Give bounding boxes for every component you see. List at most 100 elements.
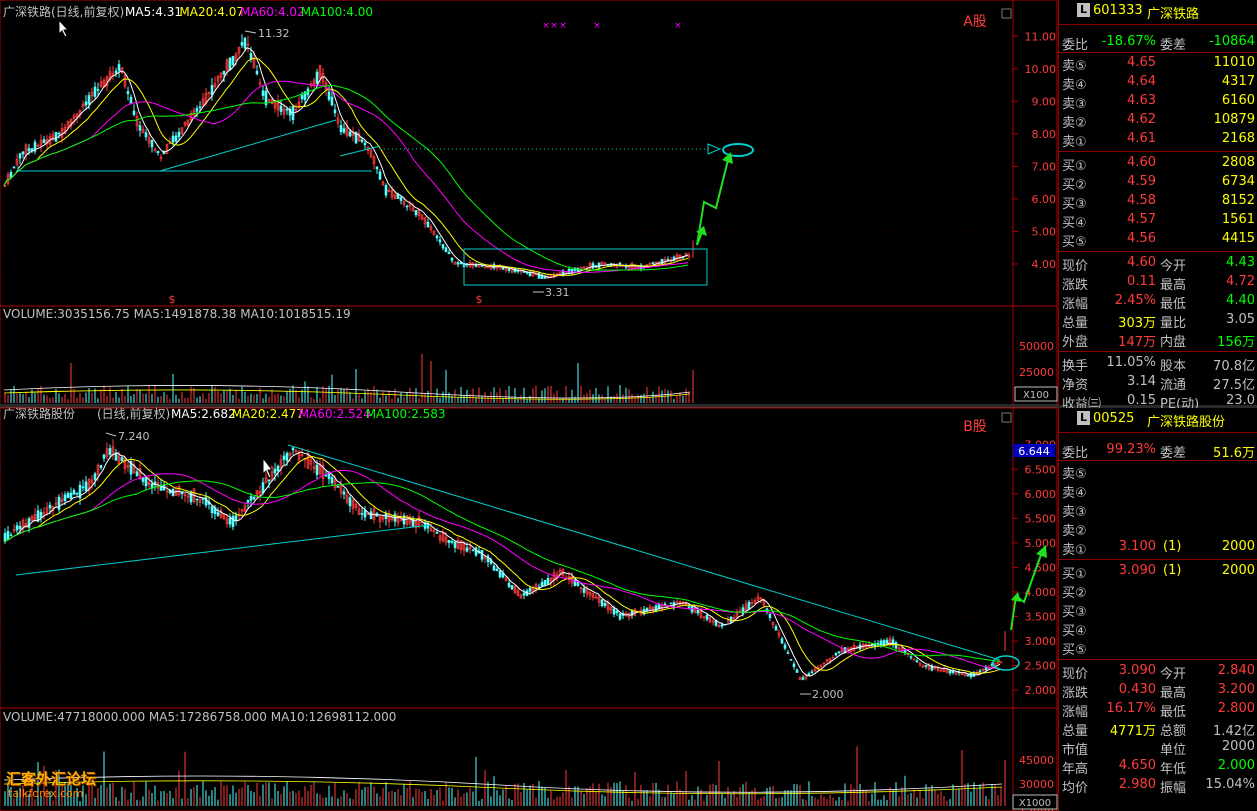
candle-b-candle (480, 549, 484, 560)
candle-b-candle (330, 477, 334, 484)
sell-row: 卖① 4.61 2168 (1059, 130, 1257, 150)
buy-level-label: 买② (1062, 586, 1087, 601)
price-tick-label-b: 2.500 (1025, 660, 1057, 673)
volume-tick-b: 45000 (1019, 754, 1054, 767)
price-tick-label-b: 3.000 (1025, 635, 1057, 648)
signal-marker-a: × (559, 21, 567, 31)
price-box-value-b: 6.644 (1018, 445, 1050, 458)
candle-a-candle (177, 131, 181, 138)
candle-a-candle (330, 96, 334, 106)
candle-a-candle (138, 125, 142, 131)
candle-b-candle (336, 486, 340, 488)
candle-b-candle (81, 486, 85, 489)
candle-b-candle (201, 498, 205, 500)
quote-header-a[interactable]: L 601333 广深铁路 (1059, 0, 1257, 22)
buy-row: 买⑤ 4.56 4415 (1059, 230, 1257, 250)
candle-b-candle (363, 509, 367, 518)
candle-b-candle (510, 585, 514, 590)
candle-b-candle (249, 496, 253, 501)
sell-level-label: 卖① (1062, 543, 1087, 558)
candle-a-candle (384, 185, 388, 196)
candle-b-candle (603, 602, 607, 606)
candle-b-candle (48, 504, 52, 509)
buy-row: 买① 4.60 2808 (1059, 154, 1257, 174)
candle-b-candle (453, 541, 457, 548)
support-line-b (15, 524, 431, 576)
candle-a-candle (195, 108, 199, 112)
candle-a-candle (255, 70, 259, 75)
candle-b-candle (75, 492, 79, 495)
stat-label: 今开 (1160, 667, 1187, 682)
candle-b-candle (120, 457, 124, 461)
stat-label: 最高 (1160, 686, 1187, 701)
stat-value: 27.5亿 (1213, 378, 1255, 393)
candle-a-candle (339, 125, 343, 133)
market-tag-b: B股 (963, 419, 987, 435)
signal-marker-a: × (674, 21, 682, 31)
candle-a-candle (117, 64, 121, 71)
candle-b-candle (435, 532, 439, 534)
stat-row: 换手 11.05% 股本 70.8亿 (1059, 354, 1257, 374)
candle-b-candle (801, 677, 805, 680)
panel-a-title: 广深铁路(日线,前复权) (3, 4, 124, 19)
candle-a-candle (210, 85, 214, 96)
ma-label-a: MA100:4.00 (301, 5, 373, 19)
stat-row: 现价 4.60 今开 4.43 (1059, 254, 1257, 274)
buy-level-label: 买⑤ (1062, 235, 1087, 250)
candle-b-candle (492, 565, 496, 571)
buy-row: 买④ 4.57 1561 (1059, 211, 1257, 231)
stat-label: 年高 (1062, 762, 1089, 777)
candle-b-candle (210, 506, 214, 514)
sell-level-label: 卖④ (1062, 486, 1087, 501)
candle-b-candle (966, 674, 970, 677)
candle-a-candle (426, 221, 430, 228)
candle-a-candle (174, 135, 178, 142)
target-arrowhead-a (707, 143, 722, 155)
candle-a-candle (447, 252, 451, 255)
price-tick-label-b: 2.000 (1025, 684, 1057, 697)
stat-value: 1.42亿 (1213, 724, 1255, 739)
candle-a-candle (528, 272, 532, 277)
ma60-line-a (3, 80, 689, 273)
panel-b-control (1001, 412, 1012, 423)
buy-price: 4.56 (1127, 231, 1156, 246)
ma-label-b: MA100:2.583 (366, 407, 446, 421)
price-tick-label-a: 7.00 (1032, 160, 1057, 173)
candle-a-candle (243, 37, 247, 49)
candle-b-candle (612, 608, 616, 615)
candle-a-candle (96, 89, 100, 91)
buy-row: 买⑤ (1059, 638, 1257, 658)
candle-b-candle (810, 671, 814, 673)
stat-row: 市值 单位 2000 (1059, 738, 1257, 758)
candle-b-candle (669, 602, 673, 605)
candle-b-candle (924, 665, 928, 667)
low-label-b: 2.000 (812, 688, 844, 701)
sell-level-label: 卖② (1062, 116, 1087, 131)
buy-level-label: 买① (1062, 567, 1087, 582)
candle-b-candle (252, 496, 256, 500)
panel-b-frame (0, 407, 1058, 811)
ma-label-a: MA5:4.31 (125, 5, 182, 19)
buy-row: 买② (1059, 581, 1257, 601)
quote-header-b[interactable]: L 00525 广深铁路股份 (1059, 408, 1257, 430)
stat-label: 最低 (1160, 297, 1187, 312)
candle-b-candle (57, 496, 61, 510)
stat-value: 303万 (1118, 316, 1156, 331)
stat-row: 总量 303万 量比 3.05 (1059, 311, 1257, 331)
wc-label: 委差 (1160, 446, 1187, 461)
candle-b-candle (360, 513, 364, 515)
divider (1059, 151, 1257, 152)
candle-b-candle (786, 652, 790, 654)
buy-qty: 2808 (1221, 155, 1255, 170)
stat-value: 11.05% (1106, 355, 1156, 370)
market-tag-a: A股 (963, 14, 987, 30)
candle-a-candle (651, 262, 655, 265)
candle-a-candle (450, 257, 454, 261)
candle-b-candle (789, 658, 793, 661)
signal-marker-a: × (593, 21, 601, 31)
stat-value: 0.15 (1127, 393, 1156, 408)
high-label-a: 11.32 (258, 27, 290, 40)
price-tick-label-a: 6.00 (1032, 193, 1057, 206)
candle-b-candle (522, 592, 526, 596)
volume-tick-b: 30000 (1019, 778, 1054, 791)
